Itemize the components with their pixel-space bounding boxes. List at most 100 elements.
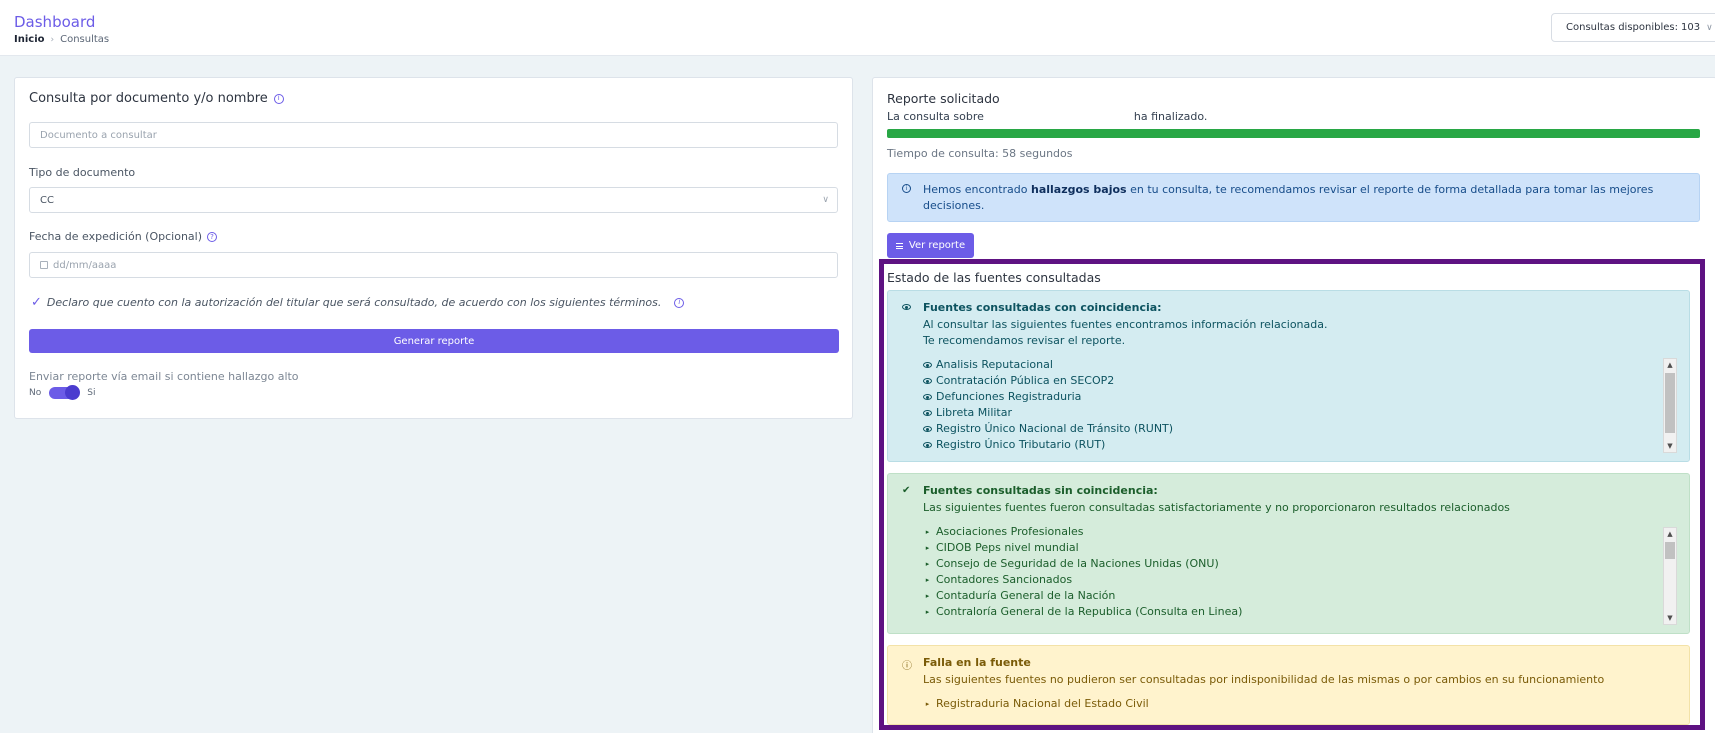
toggle-knob	[65, 385, 81, 400]
doc-type-label: Tipo de documento	[29, 166, 136, 179]
sources-title: Estado de las fuentes consultadas	[887, 270, 1101, 285]
page-title: Dashboard	[14, 13, 96, 31]
source-item: Analisis Reputacional	[923, 357, 1173, 373]
source-item: Libreta Militar	[923, 405, 1173, 421]
scroll-up-icon[interactable]: ▲	[1664, 528, 1676, 540]
chevron-right-icon: ›	[50, 34, 55, 45]
check-icon: ✓	[31, 295, 42, 310]
toggle-on-label: Si	[87, 388, 96, 398]
bullet-icon: ▸	[925, 528, 930, 536]
bullet-icon: ▸	[925, 560, 930, 568]
eye-icon	[923, 442, 932, 448]
date-input[interactable]: dd/mm/aaaa	[29, 252, 838, 278]
generate-report-button[interactable]: Generar reporte	[29, 329, 839, 353]
source-item: ▸ Asociaciones Profesionales	[923, 524, 1242, 540]
with-match-title: Fuentes consultadas con coincidencia:	[923, 301, 1162, 314]
bullet-icon: ▸	[925, 576, 930, 584]
view-report-button[interactable]: Ver reporte	[887, 233, 974, 258]
query-time: Tiempo de consulta: 58 segundos	[887, 147, 1073, 160]
source-item: Contratación Pública en SECOP2	[923, 373, 1173, 389]
source-item-label: Defunciones Registraduria	[936, 390, 1082, 403]
with-match-desc-line1: Al consultar las siguientes fuentes enco…	[923, 318, 1328, 331]
no-match-desc: Las siguientes fuentes fueron consultada…	[923, 501, 1510, 514]
source-item: ▸ CIDOB Peps nivel mundial	[923, 540, 1242, 556]
eye-icon	[923, 410, 932, 416]
breadcrumb-home[interactable]: Inicio	[14, 34, 45, 45]
consent-text: Declaro que cuento con la autorización d…	[46, 296, 662, 309]
info-icon: i	[902, 184, 911, 193]
scroll-down-icon[interactable]: ▼	[1664, 612, 1676, 624]
source-item: ▸ Registraduria Nacional del Estado Civil	[923, 696, 1149, 712]
bullet-icon: ▸	[925, 608, 930, 616]
status-prefix: La consulta sobre	[887, 110, 984, 123]
scroll-thumb[interactable]	[1665, 373, 1675, 433]
source-item: ▸ Contraloría General de la Republica (Co…	[923, 604, 1243, 620]
email-toggle-row: No Si	[29, 385, 96, 400]
no-match-scrollbar[interactable]: ▲ ▼	[1663, 527, 1677, 625]
date-placeholder: dd/mm/aaaa	[53, 259, 117, 271]
credits-dropdown[interactable]: Consultas disponibles: 103 ∨	[1551, 13, 1715, 42]
eye-icon	[923, 378, 932, 384]
sources-failure-panel: ⓘ Falla en la fuente Las siguientes fuen…	[887, 645, 1690, 725]
source-item-label: Contraloría General de la Republica (Con…	[936, 605, 1243, 618]
status-suffix: ha finalizado.	[1133, 110, 1208, 123]
bullet-icon: ▸	[925, 700, 930, 708]
help-icon[interactable]: ?	[207, 231, 217, 242]
source-item-label: Asociaciones Profesionales	[936, 525, 1084, 538]
email-toggle[interactable]	[49, 385, 81, 400]
check-circle-icon: ✔	[902, 485, 911, 496]
no-match-list: ▸ Asociaciones Profesionales ▸ CIDOB Peps n…	[923, 524, 1243, 628]
source-item-label: Registro Único Tributario (RUT)	[936, 438, 1106, 451]
source-item-label: Analisis Reputacional	[936, 358, 1053, 371]
toggle-off-label: No	[29, 388, 42, 398]
eye-icon	[902, 302, 911, 313]
eye-icon	[923, 362, 932, 368]
scroll-down-icon[interactable]: ▼	[1664, 440, 1676, 452]
alert-text-bold: hallazgos bajos	[1031, 183, 1127, 196]
breadcrumb: Inicio › Consultas	[14, 34, 109, 45]
info-icon[interactable]: i	[674, 297, 685, 308]
credits-value: 103	[1680, 22, 1701, 33]
with-match-scrollbar[interactable]: ▲ ▼	[1663, 358, 1677, 453]
progress-fill	[887, 129, 1700, 138]
source-item: Registro Único Nacional de Tránsito (RUN…	[923, 421, 1173, 437]
source-item-label: Contadores Sancionados	[936, 573, 1073, 586]
failure-list: ▸ Registraduria Nacional del Estado Civil	[923, 696, 1149, 716]
info-icon[interactable]: i	[273, 93, 284, 104]
warning-icon: ⓘ	[902, 661, 912, 672]
no-match-title: Fuentes consultadas sin coincidencia:	[923, 484, 1158, 497]
document-input[interactable]: Documento a consultar	[29, 122, 838, 148]
findings-alert: i Hemos encontrado hallazgos bajos en tu…	[887, 173, 1700, 222]
form-title: Consulta por documento y/o nombre i	[29, 91, 284, 106]
doc-type-select[interactable]: CC ∨	[29, 187, 838, 213]
failure-desc: Las siguientes fuentes no pudieron ser c…	[923, 673, 1605, 686]
form-title-text: Consulta por documento y/o nombre	[29, 91, 268, 106]
doc-type-value: CC	[40, 194, 54, 206]
email-toggle-label: Enviar reporte vía email si contiene hal…	[29, 370, 299, 383]
source-item-label: CIDOB Peps nivel mundial	[936, 541, 1079, 554]
bullet-icon: ▸	[925, 544, 930, 552]
calendar-icon	[40, 261, 48, 269]
view-report-label: Ver reporte	[908, 240, 966, 251]
source-item-label: Contaduría General de la Nación	[936, 589, 1116, 602]
source-item-label: Consejo de Seguridad de la Naciones Unid…	[936, 557, 1219, 570]
scroll-up-icon[interactable]: ▲	[1664, 359, 1676, 371]
scroll-thumb[interactable]	[1665, 542, 1675, 559]
report-status: La consulta sobre ha finalizado.	[887, 110, 1207, 123]
alert-text-before: Hemos encontrado	[923, 183, 1031, 196]
bullet-icon: ▸	[925, 592, 930, 600]
source-item: ▸ Contadores Sancionados	[923, 572, 1242, 588]
with-match-desc-line2: Te recomendamos revisar el reporte.	[923, 334, 1126, 347]
eye-icon	[923, 426, 932, 432]
source-item: ▸ Contaduría General de la Nación	[923, 588, 1242, 604]
source-item-label: Libreta Militar	[936, 406, 1013, 419]
list-icon	[895, 242, 903, 249]
credits-label: Consultas disponibles:	[1566, 22, 1678, 33]
consent-checkbox[interactable]: ✓ Declaro que cuento con la autorización…	[31, 295, 685, 310]
sources-no-match-panel: ✔ Fuentes consultadas sin coincidencia: …	[887, 473, 1690, 634]
top-bar: Dashboard Inicio › Consultas Consultas d…	[0, 0, 1715, 56]
with-match-list: Analisis Reputacional Contratación Públic…	[923, 357, 1173, 455]
sources-with-match-panel: Fuentes consultadas con coincidencia: Al…	[887, 290, 1690, 462]
eye-icon	[923, 394, 932, 400]
query-form-card: Consulta por documento y/o nombre i Docu…	[14, 77, 853, 419]
